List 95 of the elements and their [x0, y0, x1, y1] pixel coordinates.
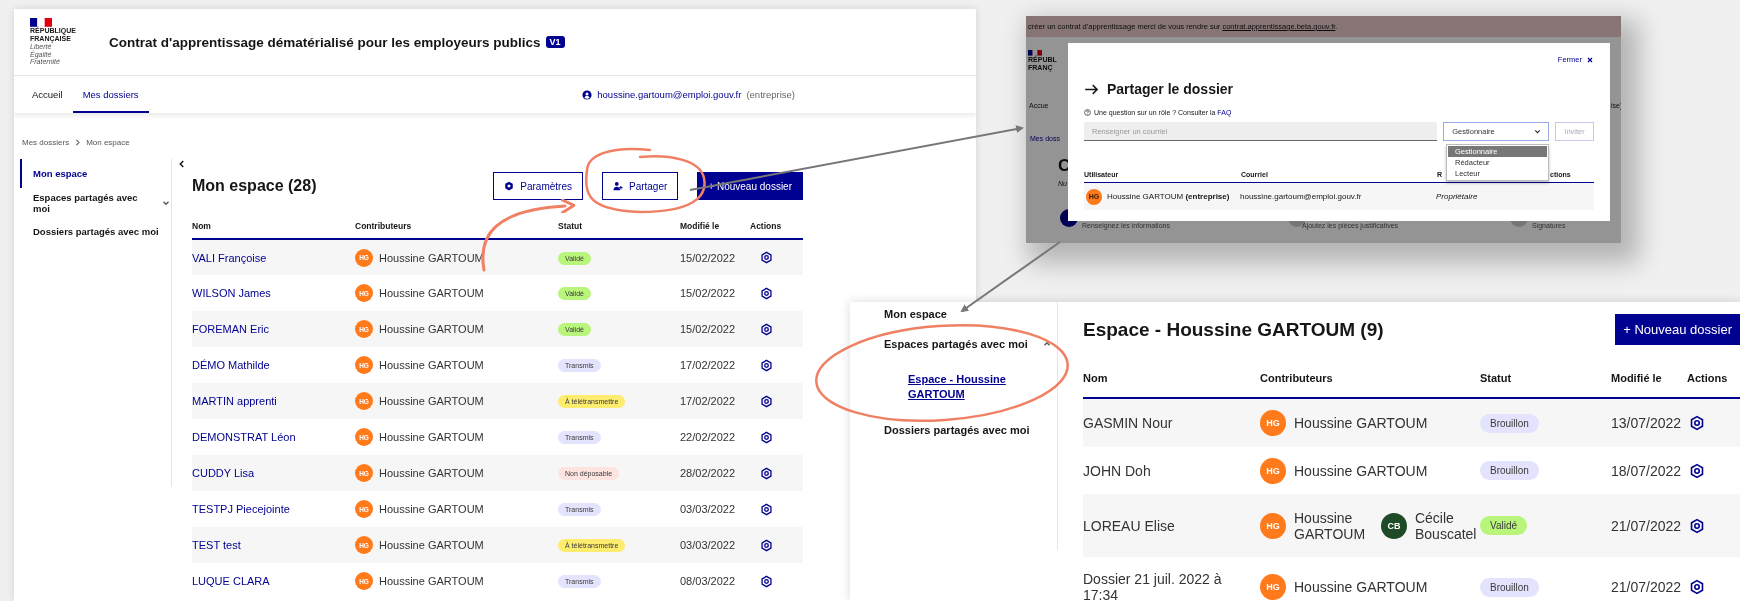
settings-icon[interactable]	[1689, 579, 1705, 595]
chevron-left-icon[interactable]	[177, 159, 187, 169]
settings-icon[interactable]	[760, 430, 773, 444]
status-tag: Brouillon	[1480, 577, 1539, 597]
contributor-name: Houssine GARTOUM	[379, 359, 484, 371]
dossier-link[interactable]: DEMONSTRAT Léon	[192, 431, 296, 443]
contributor-name: Houssine GARTOUM	[379, 503, 484, 515]
dialog-title: Partager le dossier	[1107, 81, 1234, 97]
contributor-name: Houssine GARTOUM	[1294, 415, 1428, 431]
contributor-name: Houssine GARTOUM	[1294, 579, 1428, 595]
user-role: Propriétaire	[1436, 192, 1478, 201]
date-text: 21/07/2022	[1611, 517, 1682, 534]
breadcrumb-link[interactable]: Mon espace	[86, 138, 130, 147]
date-text: 28/02/2022	[680, 467, 736, 479]
user-name: Houssine GARTOUM (entreprise)	[1107, 192, 1230, 201]
dossier-link[interactable]: CUDDY Lisa	[192, 467, 255, 479]
user-email[interactable]: houssine.gartoum@emploi.gouv.fr	[597, 89, 742, 100]
user-email: houssine.gartoum@emploi.gouv.fr	[1240, 192, 1362, 201]
status-tag: Validé	[1480, 516, 1528, 535]
new-folder-button[interactable]: + Nouveau dossier	[1615, 314, 1740, 345]
contributor-name: Houssine GARTOUM	[379, 467, 484, 479]
date-text: 15/02/2022	[680, 323, 736, 335]
dossier-name[interactable]: JOHN Doh	[1083, 462, 1260, 479]
avatar: HG	[1260, 574, 1286, 600]
settings-icon	[504, 181, 515, 191]
date-text: 03/03/2022	[680, 503, 736, 515]
settings-button[interactable]: Paramètres	[493, 172, 583, 200]
dossier-link[interactable]: FOREMAN Eric	[192, 323, 269, 335]
date-text: 15/02/2022	[680, 287, 736, 299]
dossier-name[interactable]: Dossier 21 juil. 2022 à 17:34	[1083, 571, 1260, 601]
contributor-name: Houssine GARTOUM	[1294, 462, 1428, 479]
site-title: Contrat d'apprentissage dématérialisé pour les employeurs publics	[109, 34, 541, 50]
settings-icon[interactable]	[760, 358, 773, 372]
date-text: 03/03/2022	[680, 539, 736, 551]
add-user-icon	[612, 181, 623, 191]
sidebar-item[interactable]: Dossiers partagés avec moi	[850, 412, 1057, 448]
contributor-name: Cécile Bouscatel	[1414, 509, 1477, 542]
page-heading: Mon espace (28)	[192, 177, 317, 195]
settings-icon[interactable]	[760, 251, 773, 264]
user-role: (entreprise)	[746, 89, 795, 100]
settings-icon[interactable]	[760, 322, 773, 336]
chevron-right-icon	[73, 138, 83, 147]
avatar: HG	[1260, 512, 1286, 539]
settings-icon[interactable]	[760, 286, 773, 300]
date-text: 17/02/2022	[680, 359, 736, 371]
settings-icon[interactable]	[1689, 462, 1705, 479]
settings-icon[interactable]	[760, 538, 773, 552]
status-tag: Brouillon	[1480, 461, 1539, 480]
settings-icon[interactable]	[760, 574, 773, 588]
date-text: 18/07/2022	[1611, 462, 1682, 479]
avatar: HG	[1260, 457, 1286, 484]
date-text: 17/02/2022	[680, 395, 736, 407]
contributor-name: Houssine GARTOUM	[379, 431, 484, 443]
date-text: 13/07/2022	[1611, 415, 1682, 431]
status-tag: Brouillon	[1480, 413, 1539, 433]
settings-icon[interactable]	[760, 502, 773, 516]
dossier-link[interactable]: DÉMO Mathilde	[192, 359, 270, 371]
settings-icon[interactable]	[760, 394, 773, 408]
dossier-link[interactable]: MARTIN apprenti	[192, 395, 277, 407]
sidebar-item[interactable]: Espace - Houssine GARTOUM	[850, 362, 1057, 412]
page-heading: Espace - Houssine GARTOUM (9)	[1083, 319, 1384, 341]
dossier-link[interactable]: VALI Françoise	[192, 251, 267, 264]
settings-icon[interactable]	[760, 466, 773, 480]
chevron-down-icon	[1533, 127, 1543, 136]
user-icon	[582, 89, 593, 100]
dossier-link[interactable]: TEST test	[192, 539, 241, 551]
contributor-name: Houssine GARTOUM	[379, 575, 484, 587]
dossier-link[interactable]: TESTPJ Piecejointe	[192, 503, 290, 515]
date-text: 08/03/2022	[680, 575, 736, 587]
sidebar-item[interactable]: Mon espace	[20, 159, 171, 188]
breadcrumb-link[interactable]: Mes dossiers	[22, 138, 70, 147]
contributor-name: Houssine GARTOUM	[1294, 509, 1367, 542]
share-button[interactable]: Partager	[601, 172, 679, 200]
sidebar-item[interactable]: Espaces partagés avec moi	[20, 188, 171, 217]
version-badge: V1	[545, 36, 565, 48]
date-text: 21/07/2022	[1611, 579, 1682, 595]
sidebar-item[interactable]: Espaces partagés avec moi	[850, 326, 1057, 362]
contributor-name: Houssine GARTOUM	[379, 323, 484, 335]
avatar: CB	[1380, 512, 1407, 539]
settings-icon[interactable]	[1689, 517, 1705, 534]
sidebar-item[interactable]: Dossiers partagés avec moi	[20, 217, 171, 246]
avatar: HG	[1260, 410, 1286, 436]
nav-tab[interactable]: Accueil	[22, 76, 73, 113]
date-text: 22/02/2022	[680, 431, 736, 443]
contributor-name: Houssine GARTOUM	[379, 539, 484, 551]
dossier-link[interactable]: WILSON James	[192, 287, 271, 299]
contributor-name: Houssine GARTOUM	[379, 287, 484, 299]
sidebar-item[interactable]: Mon espace	[850, 302, 1057, 326]
contributor-name: Houssine GARTOUM	[379, 395, 484, 407]
date-text: 15/02/2022	[680, 251, 736, 264]
settings-icon[interactable]	[1689, 415, 1705, 431]
flag-icon	[30, 18, 52, 28]
close-icon	[1586, 55, 1594, 64]
dossier-link[interactable]: LUQUE CLARA	[192, 575, 270, 587]
nav-tab[interactable]: Mes dossiers	[72, 76, 149, 113]
